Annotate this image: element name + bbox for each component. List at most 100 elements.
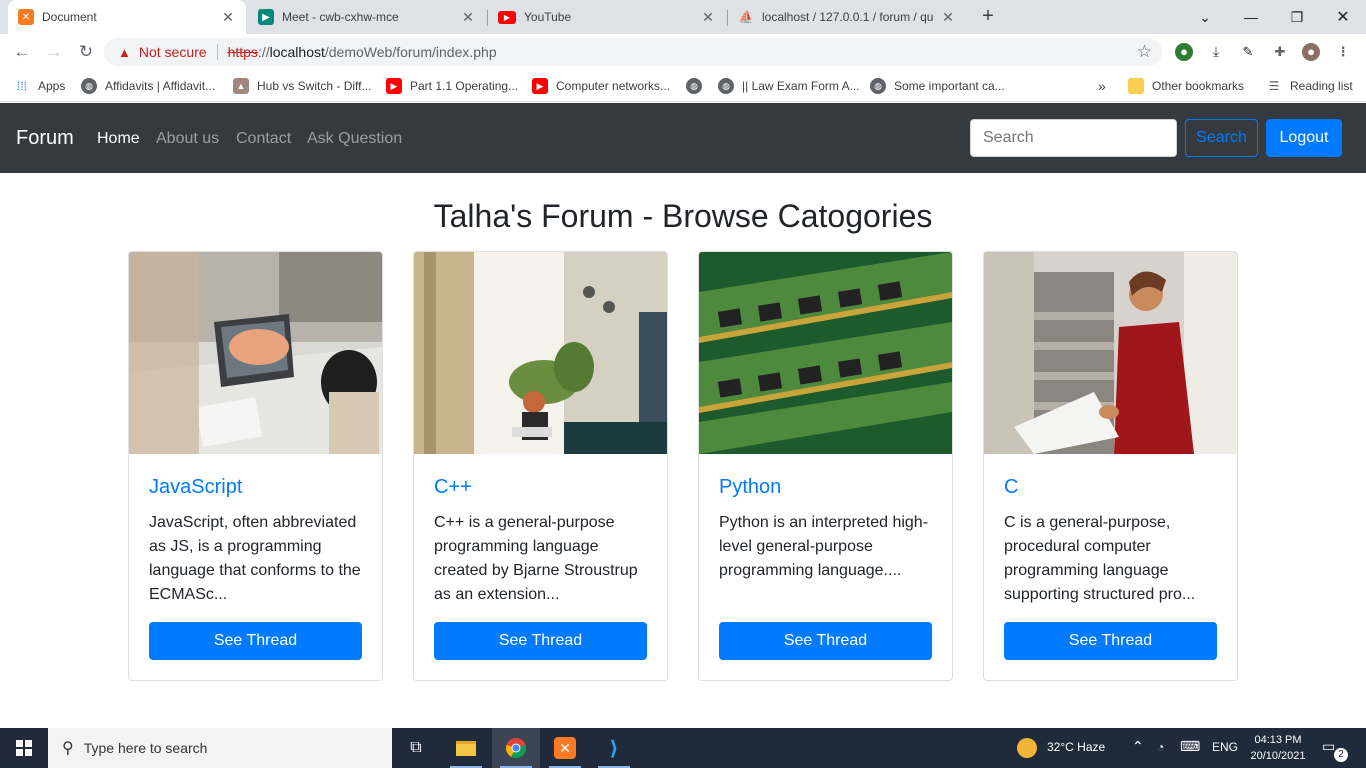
- search-button[interactable]: Search: [1185, 119, 1258, 157]
- bookmark-operating[interactable]: ▶ Part 1.1 Operating...: [386, 77, 518, 95]
- extension-download-icon[interactable]: ⤓: [1207, 43, 1225, 61]
- extension-globe-icon[interactable]: ●: [1175, 43, 1193, 61]
- nav-link-about[interactable]: About us: [156, 130, 219, 148]
- close-window-button[interactable]: ✕: [1320, 0, 1366, 34]
- menu-icon[interactable]: ⋮: [1334, 43, 1352, 61]
- reload-icon[interactable]: ↻: [74, 40, 98, 64]
- bookmark-label: Reading list: [1290, 79, 1353, 93]
- folder-icon: [456, 740, 476, 756]
- navbar-brand[interactable]: Forum: [16, 127, 74, 150]
- restore-button[interactable]: ❐: [1274, 0, 1320, 34]
- globe-icon: ◍: [686, 78, 702, 94]
- folder-icon: [1128, 78, 1144, 94]
- minimize-button[interactable]: —: [1228, 0, 1274, 34]
- globe-icon: ◍: [81, 78, 97, 94]
- bookmark-label: Affidavits | Affidavit...: [105, 79, 216, 93]
- bookmark-label: Other bookmarks: [1152, 79, 1245, 93]
- bookmark-star-icon[interactable]: ☆: [1137, 42, 1152, 62]
- language-indicator[interactable]: ENG: [1212, 740, 1238, 754]
- tab-phpmyadmin[interactable]: ⛵ localhost / 127.0.0.1 / forum / qu ✕: [728, 0, 966, 34]
- xampp-icon: ✕: [554, 737, 576, 759]
- close-tab-icon[interactable]: ✕: [940, 9, 956, 26]
- see-thread-button[interactable]: See Thread: [434, 622, 647, 660]
- card-description: C++ is a general-purpose programming lan…: [434, 514, 638, 603]
- clock[interactable]: 04:13 PM 20/10/2021: [1248, 732, 1308, 764]
- card-title[interactable]: JavaScript: [149, 476, 242, 499]
- close-tab-icon[interactable]: ✕: [460, 9, 476, 26]
- start-button[interactable]: [0, 728, 48, 768]
- taskbar-file-explorer[interactable]: [442, 728, 490, 768]
- windows-taskbar: ⚲ Type here to search ⧉ ✕ ⟩ 32°C Haze ⌃ …: [0, 728, 1366, 768]
- keyboard-icon[interactable]: ⌨: [1180, 738, 1200, 755]
- task-view-button[interactable]: ⧉: [392, 728, 440, 768]
- youtube-icon: ▶: [498, 10, 516, 24]
- search-input[interactable]: [970, 119, 1177, 157]
- address-bar[interactable]: ▲ Not secure https :// localhost /demoWe…: [104, 38, 1162, 66]
- reading-list-button[interactable]: ☰ Reading list: [1266, 77, 1353, 95]
- phpmyadmin-icon: ⛵: [738, 10, 754, 24]
- extensions-puzzle-icon[interactable]: ✚: [1271, 43, 1289, 61]
- xampp-icon: ✕: [18, 9, 34, 25]
- youtube-icon: ▶: [386, 78, 402, 94]
- nav-link-home[interactable]: Home: [97, 130, 140, 148]
- weather-icon: [1017, 738, 1037, 758]
- card-image: [129, 252, 382, 454]
- back-icon[interactable]: ←: [10, 40, 34, 64]
- bookmark-globe[interactable]: ◍: [686, 77, 710, 95]
- eyedropper-icon[interactable]: ✎: [1239, 43, 1257, 61]
- tab-title: localhost / 127.0.0.1 / forum / qu: [762, 10, 934, 24]
- see-thread-button[interactable]: See Thread: [1004, 622, 1217, 660]
- logout-button[interactable]: Logout: [1266, 119, 1342, 157]
- see-thread-button[interactable]: See Thread: [719, 622, 932, 660]
- url-path: /demoWeb/forum/index.php: [324, 44, 497, 60]
- taskbar-search-box[interactable]: ⚲ Type here to search: [48, 728, 392, 768]
- browser-tab-strip: ✕ Document ✕ ▶ Meet - cwb-cxhw-mce ✕ ▶ Y…: [0, 0, 1366, 34]
- card-title[interactable]: Python: [719, 476, 781, 499]
- card-title[interactable]: C: [1004, 476, 1018, 499]
- forward-icon[interactable]: →: [42, 40, 66, 64]
- bookmark-label: Hub vs Switch - Diff...: [257, 79, 372, 93]
- card-title[interactable]: C++: [434, 476, 472, 499]
- bookmarks-overflow-button[interactable]: »: [1098, 77, 1106, 95]
- omnibox-divider: [216, 44, 218, 60]
- card-description: C is a general-purpose, procedural compu…: [1004, 514, 1196, 603]
- tab-meet[interactable]: ▶ Meet - cwb-cxhw-mce ✕: [248, 0, 486, 34]
- taskbar-chrome[interactable]: [492, 728, 540, 768]
- wifi-icon[interactable]: ◔: [1157, 740, 1164, 754]
- bookmark-law-exam[interactable]: ◍ || Law Exam Form A...: [718, 77, 860, 95]
- nav-link-contact[interactable]: Contact: [236, 130, 291, 148]
- site-icon: ▲: [233, 78, 249, 94]
- card-image: [699, 252, 952, 454]
- tab-search-icon[interactable]: ⌄: [1182, 0, 1228, 34]
- tab-title: YouTube: [524, 10, 572, 24]
- taskbar-vscode[interactable]: ⟩: [590, 728, 638, 768]
- tab-document[interactable]: ✕ Document ✕: [8, 0, 246, 34]
- profile-avatar[interactable]: ●: [1302, 43, 1320, 61]
- see-thread-button[interactable]: See Thread: [149, 622, 362, 660]
- card-image: [984, 252, 1237, 454]
- card-description: JavaScript, often abbreviated as JS, is …: [149, 514, 361, 603]
- card-description: Python is an interpreted high-level gene…: [719, 514, 929, 579]
- close-tab-icon[interactable]: ✕: [700, 9, 716, 26]
- search-icon: ⚲: [62, 740, 74, 757]
- bookmark-important[interactable]: ◍ Some important ca...: [870, 77, 1005, 95]
- bookmark-affidavits[interactable]: ◍ Affidavits | Affidavit...: [81, 77, 215, 95]
- category-card-javascript: JavaScript JavaScript, often abbreviated…: [128, 251, 383, 681]
- tab-youtube[interactable]: ▶ YouTube ✕: [488, 0, 726, 34]
- notification-count-badge: 2: [1334, 748, 1348, 762]
- bookmark-other[interactable]: Other bookmarks: [1128, 77, 1244, 95]
- new-tab-button[interactable]: +: [976, 4, 1000, 28]
- bookmark-hub-vs-switch[interactable]: ▲ Hub vs Switch - Diff...: [233, 77, 371, 95]
- card-image: [414, 252, 667, 454]
- category-card-c: C C is a general-purpose, procedural com…: [983, 251, 1238, 681]
- weather-text[interactable]: 32°C Haze: [1047, 740, 1105, 754]
- bookmark-computer-networks[interactable]: ▶ Computer networks...: [532, 77, 670, 95]
- taskbar-search-placeholder: Type here to search: [83, 740, 208, 756]
- taskbar-xampp[interactable]: ✕: [541, 728, 589, 768]
- close-tab-icon[interactable]: ✕: [220, 9, 236, 26]
- google-meet-icon: ▶: [258, 9, 274, 25]
- clock-date: 20/10/2021: [1250, 750, 1306, 762]
- tray-overflow-icon[interactable]: ⌃: [1132, 738, 1144, 755]
- nav-link-ask-question[interactable]: Ask Question: [307, 130, 402, 148]
- bookmark-apps[interactable]: ⁞⁞⁞ Apps: [14, 77, 65, 95]
